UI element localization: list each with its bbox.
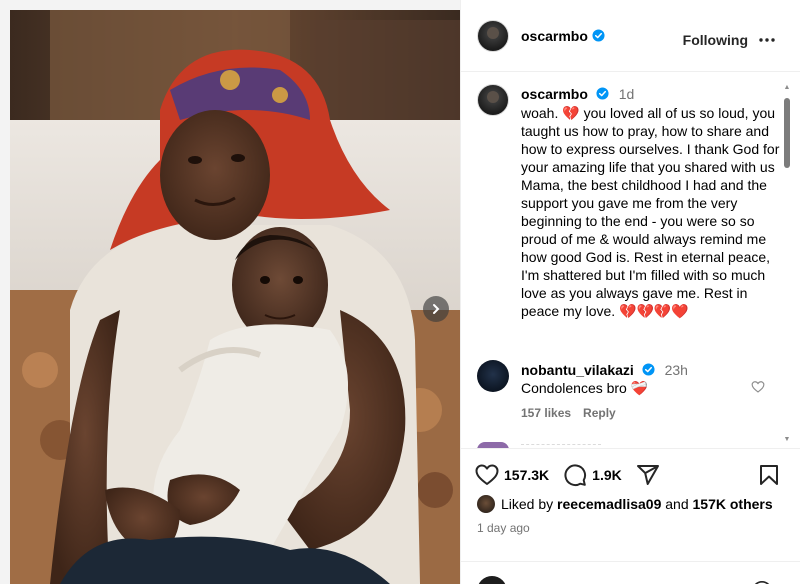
- comments-scroll-area[interactable]: oscarmbo 1d woah. 💔 you loved all of us …: [461, 72, 800, 448]
- verified-badge-icon: [592, 29, 605, 42]
- comment-header: nobantu_vilakazi 23h: [521, 362, 688, 378]
- liked-by-line: Liked by reecemadlisa09 and 157K others: [477, 495, 773, 513]
- comment-likes[interactable]: 157 likes: [521, 406, 571, 420]
- commenter-avatar[interactable]: [477, 360, 509, 392]
- comment-text: Condolences bro ❤️‍🩹: [521, 380, 649, 396]
- comment-reply-button[interactable]: Reply: [583, 406, 616, 420]
- bookmark-icon[interactable]: [757, 463, 781, 487]
- comment-meta: 157 likes Reply: [521, 406, 616, 420]
- liker-avatar[interactable]: [477, 495, 495, 513]
- scrollbar-thumb[interactable]: [784, 98, 790, 168]
- chevron-right-icon: [433, 304, 440, 314]
- scroll-up-arrow[interactable]: ▲: [783, 84, 791, 92]
- current-user-avatar: ⊤: [477, 576, 507, 584]
- likes-count[interactable]: 157.3K: [504, 467, 549, 483]
- post-sidebar: oscarmbo Following oscarmbo 1d woah. 💔 y…: [460, 0, 800, 584]
- caption-header: oscarmbo 1d: [521, 86, 634, 102]
- liked-by-user[interactable]: reecemadlisa09: [557, 496, 661, 512]
- post-photo[interactable]: [10, 10, 460, 584]
- post-actions: 157.3K 1.9K Liked by reecemadlisa09 and …: [461, 448, 800, 584]
- more-options-icon[interactable]: [757, 30, 777, 50]
- post-timestamp[interactable]: 1 day ago: [477, 521, 530, 535]
- add-comment-row: ⊤: [461, 561, 800, 584]
- post-media-pane: [0, 0, 460, 584]
- comments-scrollbar[interactable]: ▲ ▼: [783, 84, 791, 448]
- liked-by-others[interactable]: 157K others: [693, 496, 773, 512]
- emoji-icon[interactable]: [751, 580, 773, 584]
- verified-badge-icon: [596, 87, 609, 100]
- post-header: oscarmbo Following: [461, 0, 800, 72]
- commenter-username[interactable]: nobantu_vilakazi: [521, 362, 634, 378]
- heart-icon[interactable]: [751, 380, 765, 394]
- liked-by-prefix: Liked by: [501, 496, 554, 512]
- action-bar: 157.3K 1.9K: [475, 461, 660, 489]
- heart-icon[interactable]: [475, 463, 499, 487]
- comment-timestamp[interactable]: 23h: [665, 362, 688, 378]
- author-username[interactable]: oscarmbo: [521, 28, 588, 44]
- share-icon[interactable]: [636, 463, 660, 487]
- photo-illustration: [10, 10, 460, 584]
- verified-badge-icon: [642, 363, 655, 376]
- caption-text: woah. 💔 you loved all of us so loud, you…: [521, 105, 784, 319]
- comment-icon[interactable]: [563, 463, 587, 487]
- caption-author-username[interactable]: oscarmbo: [521, 86, 588, 102]
- author-avatar[interactable]: [477, 19, 509, 52]
- next-photo-button[interactable]: [423, 296, 449, 322]
- comments-count[interactable]: 1.9K: [592, 467, 622, 483]
- following-button[interactable]: Following: [683, 32, 748, 48]
- scroll-down-arrow[interactable]: ▼: [783, 436, 791, 444]
- caption-author-avatar[interactable]: [477, 84, 509, 116]
- caption-timestamp[interactable]: 1d: [619, 86, 635, 102]
- liked-by-conjunction: and: [665, 496, 689, 512]
